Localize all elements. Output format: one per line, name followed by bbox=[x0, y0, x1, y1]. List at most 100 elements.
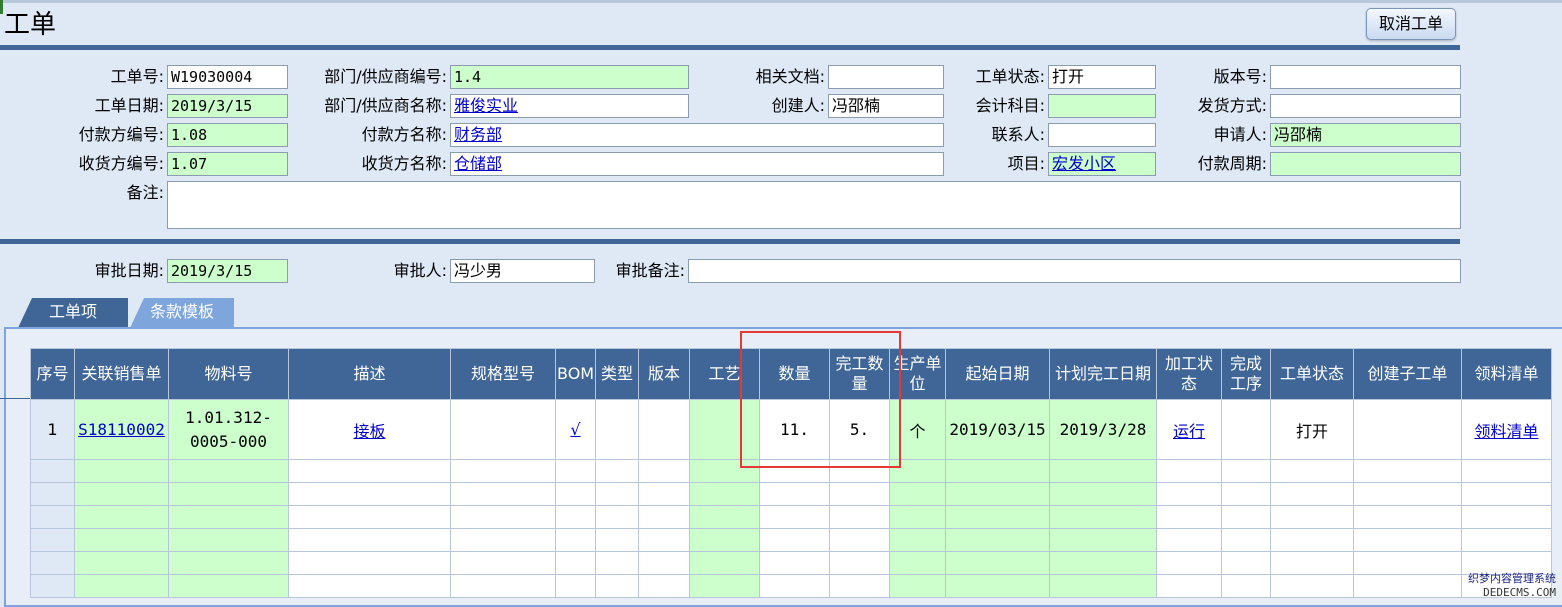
cell-process[interactable] bbox=[689, 528, 760, 552]
cell-sales-order[interactable] bbox=[74, 574, 169, 598]
cell-plan-date[interactable] bbox=[1049, 505, 1157, 529]
col-seq-header[interactable]: 序号 bbox=[30, 348, 75, 400]
cell-plan-date[interactable] bbox=[1049, 459, 1157, 483]
cell-type[interactable] bbox=[595, 505, 639, 529]
cell-version[interactable] bbox=[638, 399, 690, 460]
col-done-step-header[interactable]: 完成工序 bbox=[1221, 348, 1271, 400]
cell-proc-status[interactable] bbox=[1156, 505, 1222, 529]
cell-qty[interactable] bbox=[759, 574, 830, 598]
tab-terms-template[interactable]: 条款模板 bbox=[130, 298, 234, 328]
approver-field[interactable]: 冯少男 bbox=[450, 259, 595, 283]
cell-sales-order[interactable] bbox=[74, 482, 169, 506]
cell-material[interactable] bbox=[168, 574, 289, 598]
cell-bom[interactable] bbox=[555, 574, 596, 598]
cell-description[interactable] bbox=[288, 505, 451, 529]
approval-date-field[interactable]: 2019/3/15 bbox=[167, 259, 288, 283]
cell-description[interactable]: 接板 bbox=[288, 399, 451, 460]
cell-version[interactable] bbox=[638, 505, 690, 529]
cell-process[interactable] bbox=[689, 574, 760, 598]
cell-picking[interactable] bbox=[1461, 505, 1552, 529]
creator-field[interactable]: 冯邵楠 bbox=[828, 94, 944, 118]
cell-qty[interactable] bbox=[759, 528, 830, 552]
table-row[interactable] bbox=[30, 551, 1552, 575]
account-field[interactable] bbox=[1048, 94, 1156, 118]
cell-done-step[interactable] bbox=[1221, 399, 1271, 460]
bom-check-link[interactable]: √ bbox=[570, 420, 580, 439]
col-proc-status-header[interactable]: 加工状态 bbox=[1156, 348, 1222, 400]
cell-done-step[interactable] bbox=[1221, 459, 1271, 483]
cell-start-date[interactable] bbox=[945, 551, 1050, 575]
cell-unit[interactable] bbox=[889, 574, 946, 598]
remarks-field[interactable] bbox=[167, 181, 1461, 229]
table-row[interactable] bbox=[30, 574, 1552, 598]
col-bom-header[interactable]: BOM bbox=[555, 348, 596, 400]
cell-spec[interactable] bbox=[450, 574, 556, 598]
cell-done-qty[interactable] bbox=[829, 574, 890, 598]
cell-description[interactable] bbox=[288, 528, 451, 552]
cell-status[interactable] bbox=[1270, 574, 1354, 598]
cell-status[interactable] bbox=[1270, 459, 1354, 483]
cell-version[interactable] bbox=[638, 528, 690, 552]
cell-sub-order[interactable] bbox=[1353, 459, 1462, 483]
order-no-field[interactable]: W19030004 bbox=[167, 65, 288, 89]
cell-picking[interactable]: 领料清单 bbox=[1461, 399, 1552, 460]
cell-sub-order[interactable] bbox=[1353, 482, 1462, 506]
cell-picking[interactable] bbox=[1461, 482, 1552, 506]
sales-order-link[interactable]: S18110002 bbox=[78, 420, 165, 439]
cell-bom[interactable] bbox=[555, 551, 596, 575]
cell-qty[interactable] bbox=[759, 551, 830, 575]
receiver-name-field[interactable]: 仓储部 bbox=[450, 152, 944, 176]
cancel-order-button[interactable]: 取消工单 bbox=[1366, 8, 1456, 40]
cell-sub-order[interactable] bbox=[1353, 551, 1462, 575]
cell-bom[interactable] bbox=[555, 505, 596, 529]
cell-spec[interactable] bbox=[450, 551, 556, 575]
dept-name-link[interactable]: 雅俊实业 bbox=[454, 96, 518, 115]
cell-type[interactable] bbox=[595, 528, 639, 552]
col-material-header[interactable]: 物料号 bbox=[168, 348, 289, 400]
cell-plan-date[interactable] bbox=[1049, 574, 1157, 598]
cell-proc-status[interactable] bbox=[1156, 574, 1222, 598]
cell-type[interactable] bbox=[595, 551, 639, 575]
dept-code-field[interactable]: 1.4 bbox=[450, 65, 689, 89]
cell-material[interactable] bbox=[168, 528, 289, 552]
cell-status[interactable] bbox=[1270, 482, 1354, 506]
status-field[interactable]: 打开 bbox=[1048, 65, 1156, 89]
table-row[interactable] bbox=[30, 528, 1552, 552]
cell-version[interactable] bbox=[638, 482, 690, 506]
cell-done-step[interactable] bbox=[1221, 574, 1271, 598]
cell-process[interactable] bbox=[689, 482, 760, 506]
cell-material[interactable] bbox=[168, 482, 289, 506]
cell-status[interactable] bbox=[1270, 551, 1354, 575]
cell-status[interactable] bbox=[1270, 505, 1354, 529]
cell-bom[interactable] bbox=[555, 459, 596, 483]
cell-picking[interactable] bbox=[1461, 459, 1552, 483]
project-field[interactable]: 宏发小区 bbox=[1048, 152, 1156, 176]
cell-status[interactable] bbox=[1270, 528, 1354, 552]
proc-status-link[interactable]: 运行 bbox=[1173, 422, 1205, 441]
cell-qty[interactable] bbox=[759, 482, 830, 506]
cell-unit[interactable] bbox=[889, 528, 946, 552]
cell-plan-date[interactable] bbox=[1049, 551, 1157, 575]
cell-qty[interactable] bbox=[759, 505, 830, 529]
cell-bom[interactable] bbox=[555, 528, 596, 552]
payer-code-field[interactable]: 1.08 bbox=[167, 123, 288, 147]
project-link[interactable]: 宏发小区 bbox=[1052, 154, 1116, 173]
applicant-field[interactable]: 冯邵楠 bbox=[1270, 123, 1461, 147]
col-plan-date-header[interactable]: 计划完工日期 bbox=[1049, 348, 1157, 400]
cell-unit[interactable] bbox=[889, 551, 946, 575]
col-description-header[interactable]: 描述 bbox=[288, 348, 451, 400]
col-sub-order-header[interactable]: 创建子工单 bbox=[1353, 348, 1462, 400]
cell-plan-date[interactable] bbox=[1049, 528, 1157, 552]
tab-order-items[interactable]: 工单项 bbox=[18, 298, 128, 328]
cell-sales-order[interactable] bbox=[74, 505, 169, 529]
col-spec-header[interactable]: 规格型号 bbox=[450, 348, 556, 400]
cell-done-qty[interactable] bbox=[829, 482, 890, 506]
cell-material[interactable]: 1.01.312-0005-000 bbox=[168, 399, 289, 460]
cell-spec[interactable] bbox=[450, 459, 556, 483]
payer-name-field[interactable]: 财务部 bbox=[450, 123, 944, 147]
cell-proc-status[interactable]: 运行 bbox=[1156, 399, 1222, 460]
cell-type[interactable] bbox=[595, 459, 639, 483]
cell-description[interactable] bbox=[288, 482, 451, 506]
shipping-field[interactable] bbox=[1270, 94, 1461, 118]
cell-start-date[interactable] bbox=[945, 482, 1050, 506]
